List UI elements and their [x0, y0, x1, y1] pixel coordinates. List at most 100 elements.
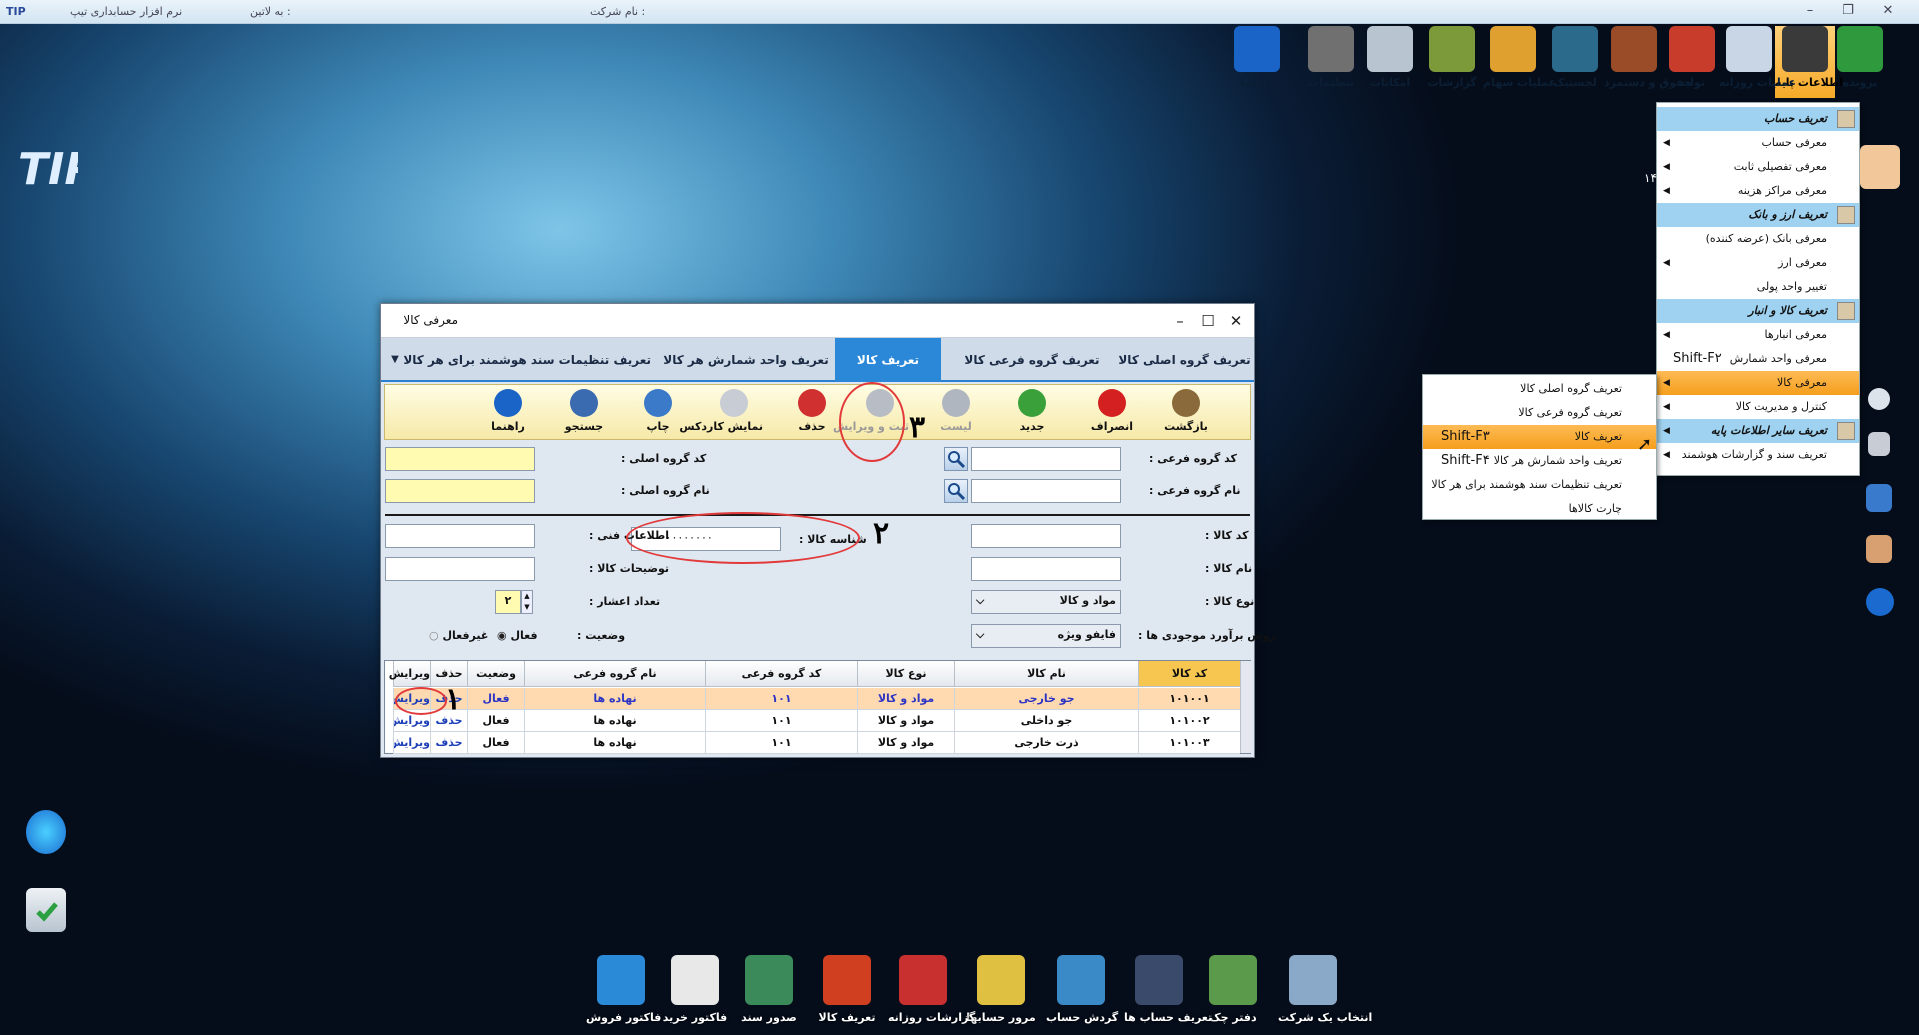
- submenu-item-4[interactable]: تعریف تنظیمات سند هوشمند برای هر کالا: [1423, 473, 1656, 497]
- dock-issue-document-button[interactable]: صدور سند: [734, 955, 804, 1024]
- list-icon: [942, 389, 970, 417]
- calculator-icon[interactable]: [1866, 484, 1892, 512]
- shield-check-icon[interactable]: [26, 888, 66, 932]
- dock-sales-invoice-button[interactable]: فاکتور فروش: [586, 955, 661, 1024]
- dock-account-flow-button[interactable]: گردش حساب: [1046, 955, 1118, 1024]
- menu-item-5[interactable]: معرفی بانک (عرضه کننده): [1657, 227, 1859, 251]
- menu-item-13[interactable]: تعریف سایر اطلاعات پایه ◀: [1657, 419, 1859, 443]
- status-inactive-radio[interactable]: غیرفعال ○: [429, 629, 488, 642]
- menu-item-14[interactable]: تعریف سند و گزارشات هوشمند ◀: [1657, 443, 1859, 467]
- tech-info-input[interactable]: [385, 524, 535, 548]
- menu-item-7[interactable]: تغییر واحد پولی: [1657, 275, 1859, 299]
- restore-button[interactable]: ❐: [1834, 1, 1862, 21]
- tab-item[interactable]: تعریف کالا: [835, 338, 941, 382]
- close-button[interactable]: ✕: [1874, 1, 1902, 21]
- sub-group-name-search-button[interactable]: [944, 479, 968, 503]
- tool-new-button[interactable]: جدید: [1003, 387, 1061, 439]
- tool-print-button[interactable]: چاپ: [629, 387, 687, 439]
- tool-home-button[interactable]: بازگشت: [1157, 387, 1215, 439]
- main-group-name-input: [385, 479, 535, 503]
- production-icon: [1669, 26, 1715, 72]
- settings-small-icon[interactable]: [1868, 388, 1890, 410]
- menu-item-label: تعریف ارز و بانک: [1748, 208, 1827, 221]
- stock-method-select[interactable]: فایفو ویژه ⌵: [971, 624, 1121, 648]
- menu-item-6[interactable]: معرفی ارز ◀: [1657, 251, 1859, 275]
- toolbar-reports-button[interactable]: گزارشات: [1422, 26, 1482, 98]
- submenu-item-label: چارت کالاها: [1568, 502, 1622, 515]
- tool-cancel-button[interactable]: انصراف: [1083, 387, 1141, 439]
- menu-item-8[interactable]: تعریف کالا و انبار: [1657, 299, 1859, 323]
- toolbar-help-button[interactable]: راهنما: [1227, 26, 1287, 98]
- toolbar-settings-button[interactable]: تنظیمات: [1301, 26, 1361, 98]
- dock-review-accounts-button[interactable]: مرور حسابها: [966, 955, 1036, 1024]
- power-icon[interactable]: [1866, 588, 1894, 616]
- dock-daily-reports-button[interactable]: گزارشات روزانه: [888, 955, 975, 1024]
- toolbar-daily-ops-button[interactable]: عملیات روزانه: [1719, 26, 1796, 98]
- define-item-label: تعریف کالا: [818, 1011, 876, 1024]
- menu-item-2[interactable]: معرفی تفصیلی ثابت ◀: [1657, 155, 1859, 179]
- dialog-close-button[interactable]: ✕: [1221, 309, 1251, 333]
- submenu-item-1[interactable]: تعریف گروه فرعی کالا: [1423, 401, 1656, 425]
- submenu-item-5[interactable]: چارت کالاها: [1423, 497, 1656, 521]
- tool-help-button[interactable]: راهنما: [479, 387, 537, 439]
- submenu-item-2[interactable]: تعریف کالا Shift-F۳: [1423, 425, 1656, 449]
- new-label: جدید: [1019, 420, 1045, 433]
- grid-cell: جو داخلی: [954, 710, 1138, 732]
- submenu-item-3[interactable]: تعریف واحد شمارش هر کالا Shift-F۴: [1423, 449, 1656, 473]
- tab-sub-group[interactable]: تعریف گروه فرعی کالا: [952, 338, 1112, 382]
- grid-cell: ذرت خارجی: [954, 732, 1138, 754]
- settings-icon: [1308, 26, 1354, 72]
- delete-link[interactable]: حذف: [430, 732, 467, 754]
- menu-item-0[interactable]: تعریف حساب: [1657, 107, 1859, 131]
- menu-item-3[interactable]: معرفی مراکز هزینه ◀: [1657, 179, 1859, 203]
- submenu-item-0[interactable]: تعریف گروه اصلی کالا: [1423, 377, 1656, 401]
- help-icon: [494, 389, 522, 417]
- sub-group-code-input[interactable]: [971, 447, 1121, 471]
- toolbar-payroll-button[interactable]: حقوق و دستمزد: [1604, 26, 1692, 98]
- annotation-number-1: ۱: [445, 682, 462, 717]
- dialog-tabs: تعریف گروه اصلی کالا تعریف گروه فرعی کال…: [381, 338, 1254, 382]
- tab-smart-doc[interactable]: تعریف تنظیمات سند هوشمند برای هر کالا: [403, 338, 651, 382]
- phone-icon[interactable]: [1866, 535, 1892, 563]
- dock-define-accounts-button[interactable]: تعریف حساب ها: [1124, 955, 1212, 1024]
- decimals-stepper[interactable]: ▲ ▼: [521, 590, 533, 614]
- status-active-radio[interactable]: فعال ◉: [497, 629, 538, 642]
- menu-item-9[interactable]: معرفی انبارها ◀: [1657, 323, 1859, 347]
- dock-select-company-button[interactable]: انتخاب یک شرکت: [1278, 955, 1372, 1024]
- description-label: توضیحات کالا :: [589, 562, 670, 575]
- grid-scrollbar[interactable]: [1240, 661, 1251, 753]
- menu-item-12[interactable]: کنترل و مدیریت کالا ◀: [1657, 395, 1859, 419]
- dock-purchase-invoice-button[interactable]: فاکتور خرید: [660, 955, 730, 1024]
- sub-group-name-input[interactable]: [971, 479, 1121, 503]
- item-code-input[interactable]: [971, 524, 1121, 548]
- decimals-input[interactable]: ۲: [495, 590, 521, 614]
- toolbar-tools-button[interactable]: امکانات: [1360, 26, 1420, 98]
- tab-main-group[interactable]: تعریف گروه اصلی کالا: [1115, 338, 1254, 382]
- menu-item-10[interactable]: معرفی واحد شمارش Shift-F۲: [1657, 347, 1859, 371]
- menu-side-number: ۱۴: [1644, 171, 1657, 185]
- sub-group-search-button[interactable]: [944, 447, 968, 471]
- tool-cardex-button[interactable]: نمایش کاردکس: [679, 387, 763, 439]
- dock-define-item-button[interactable]: تعریف کالا: [812, 955, 882, 1024]
- menu-item-4[interactable]: تعریف ارز و بانک: [1657, 203, 1859, 227]
- item-name-input[interactable]: [971, 557, 1121, 581]
- toolbar-stock-ops-button[interactable]: عملیات سهام: [1483, 26, 1556, 98]
- menu-item-11[interactable]: معرفی کالا ◀: [1657, 371, 1859, 395]
- minimize-button[interactable]: –: [1796, 1, 1824, 21]
- tabs-scroll-arrow[interactable]: ▼: [385, 338, 405, 382]
- description-input[interactable]: [385, 557, 535, 581]
- dialog-maximize-button[interactable]: ☐: [1193, 309, 1223, 333]
- tool-search-button[interactable]: جستجو: [555, 387, 613, 439]
- grid-header-0: کد کالا: [1138, 661, 1240, 687]
- tab-unit[interactable]: تعریف واحد شمارش هر کالا: [661, 338, 831, 382]
- edit-link[interactable]: ویرایش: [393, 732, 430, 754]
- user-icon[interactable]: [1860, 145, 1900, 189]
- menu-item-1[interactable]: معرفی حساب ◀: [1657, 131, 1859, 155]
- item-type-select[interactable]: مواد و کالا ⌵: [971, 590, 1121, 614]
- tool-delete-button[interactable]: حذف: [783, 387, 841, 439]
- dialog-minimize-button[interactable]: –: [1165, 309, 1195, 333]
- clip-icon[interactable]: [1868, 432, 1890, 456]
- grid-header-3: کد گروه فرعی: [705, 661, 857, 687]
- tool-list-button[interactable]: لیست: [927, 387, 985, 439]
- sync-icon[interactable]: [26, 810, 66, 854]
